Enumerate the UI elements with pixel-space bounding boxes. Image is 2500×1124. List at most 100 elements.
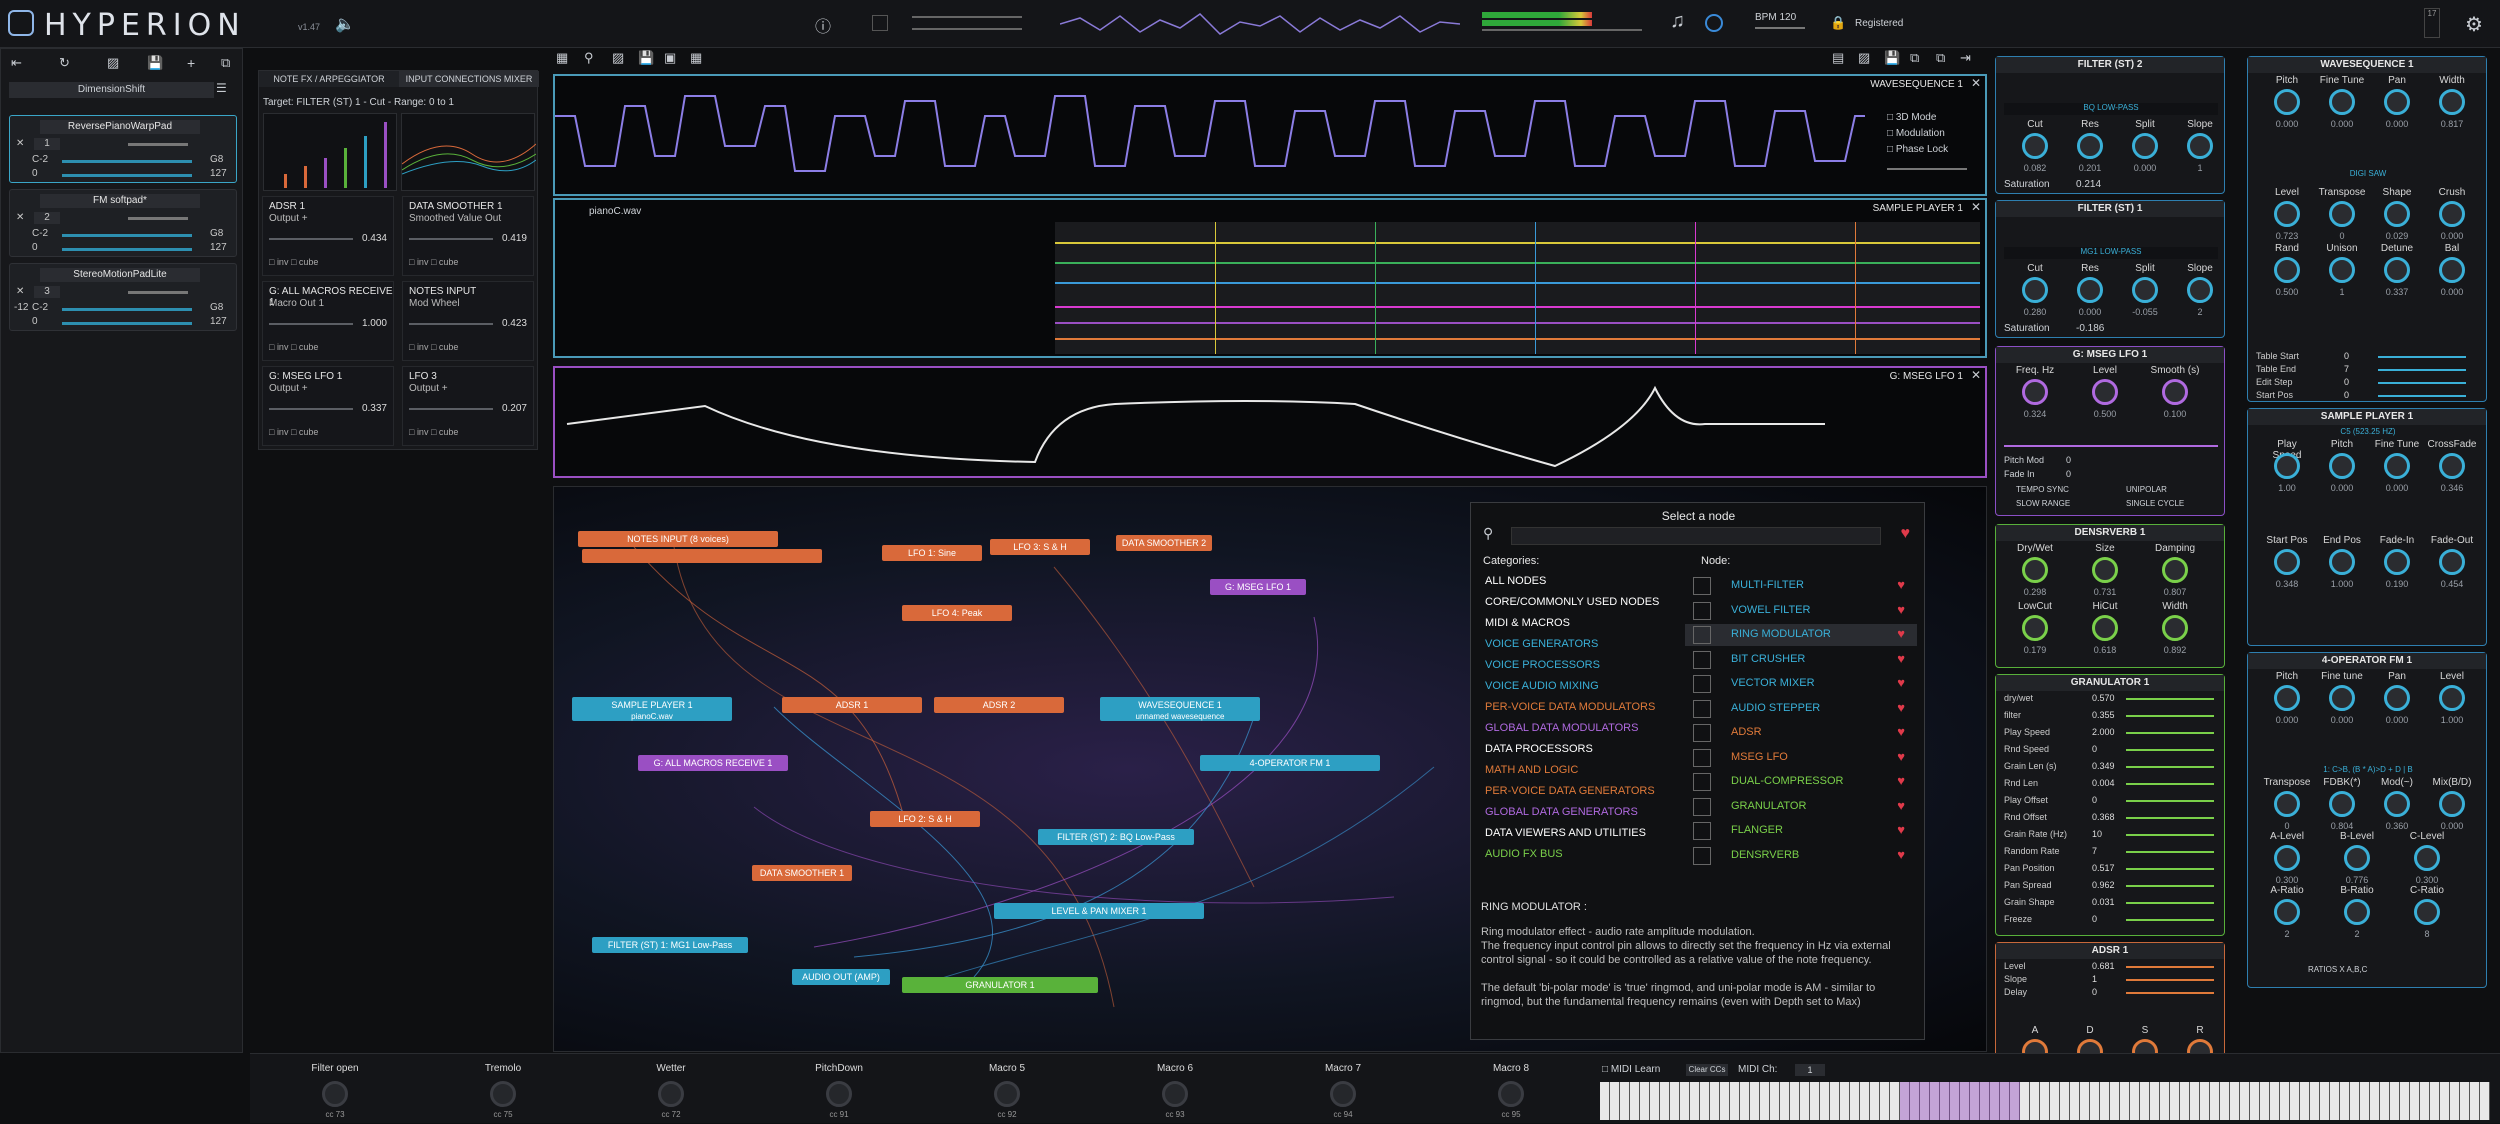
copy-icon[interactable]: ⧉ — [221, 55, 230, 71]
clipboard-icon[interactable]: ▤ — [1832, 50, 1844, 66]
knob[interactable] — [2077, 133, 2103, 159]
mod-source-3[interactable]: G: ALL MACROS RECEIVE 1 Macro Out 1 1.00… — [262, 281, 394, 361]
macro-knob[interactable] — [1162, 1081, 1188, 1107]
mod-slider[interactable] — [269, 323, 353, 325]
knob[interactable] — [2329, 549, 2355, 575]
knob[interactable] — [2092, 379, 2118, 405]
node-list-item[interactable]: ADSR ♥ — [1685, 722, 1917, 744]
category-item[interactable]: MIDI & MACROS — [1485, 617, 1570, 629]
sample-waveform[interactable] — [1055, 222, 1980, 354]
node-filter-1[interactable]: FILTER (ST) 1: MG1 Low-Pass — [592, 937, 748, 953]
macro-knob[interactable] — [994, 1081, 1020, 1107]
filter-mode[interactable]: BQ LOW-PASS — [2004, 103, 2218, 115]
knob[interactable] — [2274, 899, 2300, 925]
row-slider[interactable] — [2378, 356, 2466, 358]
node-lfo-4[interactable]: LFO 4: Peak — [902, 605, 1012, 621]
master-sliders[interactable] — [912, 10, 1022, 38]
vel-low[interactable]: 0 — [32, 316, 38, 327]
mod-slider[interactable] — [409, 238, 493, 240]
node-data-smoother-2[interactable]: DATA SMOOTHER 2 — [1116, 535, 1212, 551]
knob[interactable] — [2092, 557, 2118, 583]
node-list-item[interactable]: AUDIO STEPPER ♥ — [1685, 698, 1917, 720]
inv-checkbox[interactable]: □ inv □ cube — [409, 342, 458, 352]
vel-range-bar[interactable] — [62, 248, 192, 251]
knob[interactable] — [2274, 201, 2300, 227]
category-item[interactable]: VOICE GENERATORS — [1485, 638, 1598, 650]
category-item[interactable]: MATH AND LOGIC — [1485, 764, 1578, 776]
search-input[interactable] — [1511, 527, 1881, 545]
knob[interactable] — [2384, 549, 2410, 575]
node-lfo-2[interactable]: LFO 2: S & H — [870, 811, 980, 827]
bpm-slider[interactable] — [1755, 27, 1805, 29]
collapse-icon[interactable]: ⇤ — [11, 55, 22, 71]
knob[interactable] — [2162, 379, 2188, 405]
note-range-bar[interactable] — [62, 308, 192, 311]
category-item[interactable]: AUDIO FX BUS — [1485, 848, 1563, 860]
favorite-heart-icon[interactable]: ♥ — [1897, 675, 1905, 690]
node-granulator[interactable]: GRANULATOR 1 — [902, 977, 1098, 993]
phase-lock-checkbox[interactable]: □ Phase Lock — [1887, 144, 1948, 155]
node-audio-out[interactable]: AUDIO OUT (AMP) — [792, 969, 890, 985]
node-adsr-2[interactable]: ADSR 2 — [934, 697, 1064, 713]
mod-source-4[interactable]: NOTES INPUT Mod Wheel 0.423 □ inv □ cube — [402, 281, 534, 361]
knob[interactable] — [2384, 685, 2410, 711]
note-range-bar[interactable] — [62, 160, 192, 163]
favorite-heart-icon[interactable]: ♥ — [1897, 577, 1905, 592]
inv-checkbox[interactable]: □ inv □ cube — [269, 342, 318, 352]
expand-icon[interactable]: ⧉ — [1910, 50, 1919, 66]
category-item[interactable]: DATA VIEWERS AND UTILITIES — [1485, 827, 1646, 839]
macro-knob[interactable] — [1330, 1081, 1356, 1107]
inv-checkbox[interactable]: □ inv □ cube — [269, 257, 318, 267]
knob[interactable] — [2022, 133, 2048, 159]
knob[interactable] — [2439, 201, 2465, 227]
node-list-item[interactable]: MULTI-FILTER ♥ — [1685, 575, 1917, 597]
channel-select[interactable]: 2 — [34, 212, 60, 224]
export-icon[interactable]: ⧉ — [1936, 50, 1945, 66]
node-level-pan-mixer[interactable]: LEVEL & PAN MIXER 1 — [994, 903, 1204, 919]
tab-input-mixer[interactable]: INPUT CONNECTIONS MIXER — [399, 71, 539, 87]
node-4op-fm[interactable]: 4-OPERATOR FM 1 — [1200, 755, 1380, 771]
vel-high[interactable]: 127 — [210, 316, 227, 327]
category-item[interactable]: ALL NODES — [1485, 575, 1546, 587]
knob[interactable] — [2274, 89, 2300, 115]
add-icon[interactable]: + — [187, 55, 195, 71]
knob[interactable] — [2092, 615, 2118, 641]
3d-mode-checkbox[interactable]: □ 3D Mode — [1887, 112, 1936, 123]
row-slider[interactable] — [2126, 817, 2214, 819]
knob[interactable] — [2439, 685, 2465, 711]
knob[interactable] — [2132, 277, 2158, 303]
midi-learn-checkbox[interactable]: □ MIDI Learn — [1602, 1064, 1660, 1075]
category-item[interactable]: GLOBAL DATA GENERATORS — [1485, 806, 1638, 818]
row-slider[interactable] — [2378, 382, 2466, 384]
knob[interactable] — [2384, 791, 2410, 817]
inv-checkbox[interactable]: □ inv □ cube — [409, 427, 458, 437]
node-list-item[interactable]: DUAL-COMPRESSOR ♥ — [1685, 771, 1917, 793]
global-fx-slot[interactable]: DimensionShift — [9, 82, 214, 98]
power-icon[interactable] — [1705, 14, 1723, 32]
unipolar-checkbox[interactable]: UNIPOLAR — [2126, 485, 2167, 494]
mod-slider[interactable] — [409, 323, 493, 325]
row-slider[interactable] — [2126, 979, 2214, 981]
favorite-heart-icon[interactable]: ♥ — [1897, 749, 1905, 764]
row-slider[interactable] — [2126, 749, 2214, 751]
knob[interactable] — [2022, 615, 2048, 641]
load-icon[interactable]: ▨ — [107, 55, 119, 71]
knob[interactable] — [2329, 201, 2355, 227]
row-slider[interactable] — [2126, 732, 2214, 734]
knob[interactable] — [2384, 89, 2410, 115]
macro-knob[interactable] — [1498, 1081, 1524, 1107]
close-icon[interactable]: ✕ — [1971, 200, 1981, 214]
refresh-icon[interactable]: ↻ — [59, 55, 70, 71]
knob[interactable] — [2187, 133, 2213, 159]
knob[interactable] — [2022, 277, 2048, 303]
root-note[interactable]: C5 (523.25 HZ) — [2268, 427, 2468, 436]
knob[interactable] — [2414, 899, 2440, 925]
vel-low[interactable]: 0 — [32, 242, 38, 253]
knob[interactable] — [2439, 453, 2465, 479]
panic-button[interactable] — [872, 15, 888, 31]
midi-channel-select[interactable]: 1 — [1795, 1064, 1825, 1076]
mod-source-5[interactable]: G: MSEG LFO 1 Output + 0.337 □ inv □ cub… — [262, 366, 394, 446]
node-list-item[interactable]: BIT CRUSHER ♥ — [1685, 649, 1917, 671]
mseg-view[interactable]: G: MSEG LFO 1 ✕ — [553, 366, 1987, 478]
speaker-icon[interactable]: 🔈 — [335, 14, 355, 34]
